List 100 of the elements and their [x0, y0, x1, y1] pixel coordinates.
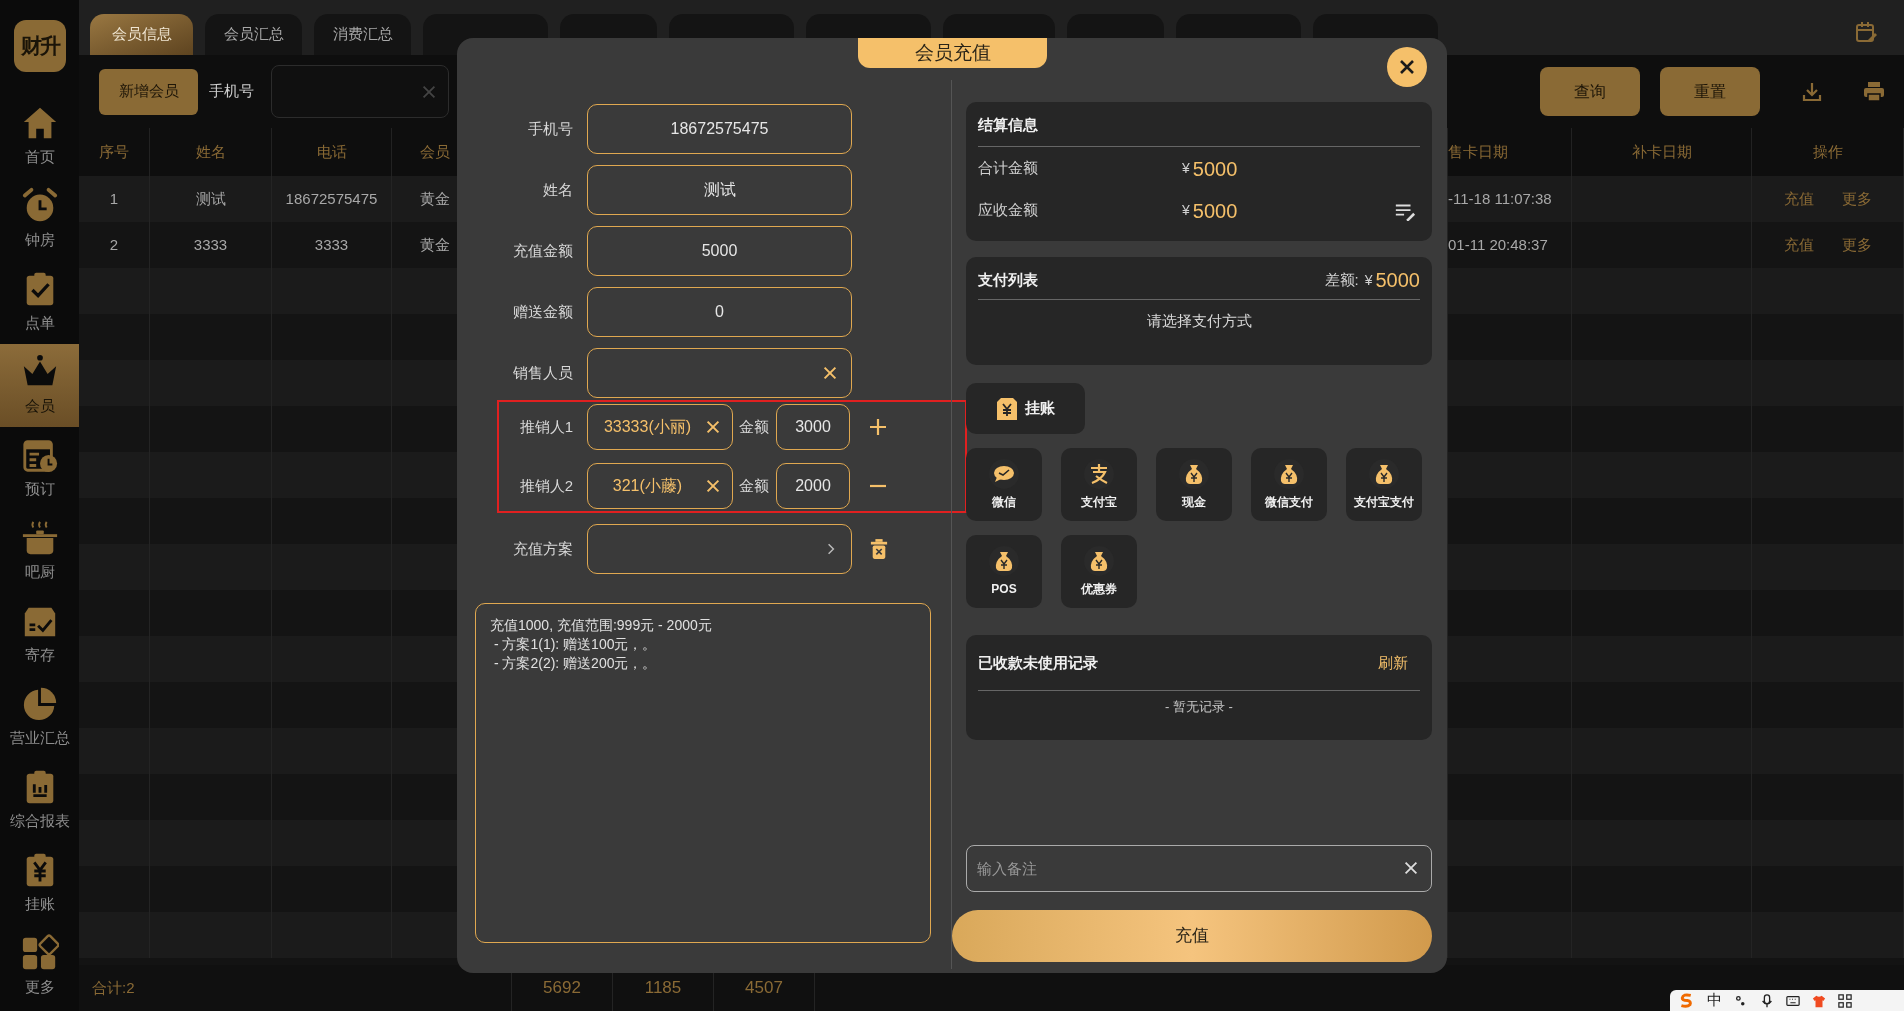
tab[interactable]: 消费汇总: [314, 14, 411, 55]
column-header: 姓名: [195, 141, 226, 162]
toolbar-button[interactable]: 重置: [1660, 67, 1760, 116]
field-label: 推销人2: [518, 475, 573, 496]
payment-method-button[interactable]: 现金: [1156, 448, 1232, 521]
table-cell-text: 2: [109, 234, 119, 255]
empty-hint: 请选择支付方式: [1146, 311, 1252, 331]
table-cell-text: 黄金: [420, 234, 450, 255]
plan-description-line: - 方案2(2): 赠送200元，。: [492, 654, 658, 673]
select-field[interactable]: [587, 524, 852, 574]
amount-label: 应收金额: [978, 200, 1039, 221]
clear-icon[interactable]: [704, 477, 722, 495]
column-header: 售卡日期: [1448, 141, 1508, 162]
payment-method-button[interactable]: 支付宝: [1061, 448, 1137, 521]
row-action-link[interactable]: 更多: [1841, 187, 1872, 211]
select-field[interactable]: [587, 348, 852, 398]
payment-method-button[interactable]: 优惠券: [1061, 535, 1137, 608]
empty-hint: - 暂无记录 -: [1165, 698, 1233, 716]
sidebar-item[interactable]: 点单: [0, 261, 79, 344]
table-cell-text: 1: [109, 188, 119, 209]
amount-field[interactable]: 2000: [776, 463, 850, 509]
input-field[interactable]: 测试: [587, 165, 852, 215]
row-action-link[interactable]: 充值: [1783, 233, 1814, 257]
card-title: 结算信息: [978, 115, 1039, 134]
currency-sign: ¥: [1182, 159, 1190, 178]
currency-sign: ¥: [1182, 201, 1190, 220]
field-label: 金额: [739, 416, 769, 437]
payment-method-button[interactable]: 支付宝支付: [1346, 448, 1422, 521]
total-value: 1185: [644, 977, 682, 1000]
app-logo: 财升: [13, 20, 66, 72]
select-field[interactable]: 321(小藤): [587, 463, 733, 509]
field-label: 金额: [739, 475, 769, 496]
select-field[interactable]: 33333(小丽): [587, 404, 733, 450]
input-field[interactable]: 0: [587, 287, 852, 337]
field-label: 手机号: [527, 118, 573, 139]
grid-icon[interactable]: [1838, 993, 1852, 1008]
tab[interactable]: 会员汇总: [205, 14, 302, 55]
row-action-link[interactable]: 更多: [1841, 233, 1872, 257]
plan-description-line: - 方案1(1): 赠送100元，。: [492, 635, 658, 654]
clear-icon[interactable]: [1402, 859, 1420, 877]
shirt-icon[interactable]: [1812, 993, 1826, 1008]
recharge-button[interactable]: 充值: [952, 910, 1432, 962]
difference-value: 5000: [1375, 268, 1420, 293]
input-field[interactable]: 18672575475: [587, 104, 852, 154]
add-member-button[interactable]: 新增会员: [99, 68, 198, 115]
currency-sign: ¥: [1364, 270, 1373, 290]
clear-icon[interactable]: [704, 418, 722, 436]
row-action-link[interactable]: 充值: [1783, 187, 1814, 211]
field-label: 销售人员: [512, 362, 573, 383]
difference-label: 差额:: [1324, 269, 1359, 290]
plan-description-line: 充值1000, 充值范围:999元 - 2000元: [490, 616, 713, 635]
refresh-link[interactable]: 刷新: [1378, 651, 1408, 675]
trash-icon[interactable]: [870, 539, 888, 559]
calendar-edit-icon[interactable]: [1854, 20, 1878, 44]
table-cell-text: -11-18 11:07:38: [1448, 188, 1552, 209]
sidebar-item[interactable]: 综合报表: [0, 759, 79, 842]
amount-value: 5000: [1192, 198, 1238, 224]
remark-field[interactable]: 输入备注: [966, 845, 1432, 892]
phone-search-field[interactable]: [271, 65, 449, 118]
close-button[interactable]: [1387, 47, 1427, 87]
ime-logo-icon[interactable]: [1678, 992, 1695, 1009]
column-header: 电话: [316, 141, 347, 162]
plus-icon[interactable]: [868, 417, 888, 437]
toolbar-button[interactable]: 查询: [1540, 67, 1640, 116]
print-icon[interactable]: [1862, 79, 1886, 104]
amount-field[interactable]: 3000: [776, 404, 850, 450]
field-label: 赠送金额: [512, 301, 573, 322]
sidebar-item[interactable]: 首页: [0, 95, 79, 178]
total-count: 合计:2: [92, 977, 135, 998]
field-label: 充值方案: [512, 538, 573, 559]
sidebar-item[interactable]: 钟房: [0, 178, 79, 261]
table-cell-text: 18672575475: [285, 188, 378, 209]
amount-label: 合计金额: [978, 158, 1039, 179]
table-cell-text: 测试: [195, 188, 226, 209]
input-field[interactable]: 5000: [587, 226, 852, 276]
card-title: 已收款未使用记录: [978, 652, 1098, 673]
table-cell-text: 01-11 20:48:37: [1448, 234, 1548, 255]
payment-method-button[interactable]: POS: [966, 535, 1042, 608]
sidebar-item[interactable]: 营业汇总: [0, 676, 79, 759]
table-cell-text: 黄金: [420, 188, 450, 209]
sidebar-item[interactable]: 预订: [0, 427, 79, 510]
table-cell-text: 3333: [193, 234, 228, 255]
tab[interactable]: 会员信息: [90, 14, 193, 55]
sidebar-item[interactable]: 挂账: [0, 842, 79, 925]
credit-button[interactable]: 挂账: [966, 383, 1085, 434]
sidebar-item[interactable]: 更多: [0, 925, 79, 1008]
sidebar-item[interactable]: 吧厨: [0, 510, 79, 593]
table-cell-text: 3333: [314, 234, 349, 255]
column-header: 补卡日期: [1631, 141, 1692, 162]
field-label: 推销人1: [518, 416, 573, 437]
phone-label: 手机号: [209, 81, 254, 102]
total-value: 4507: [745, 977, 783, 1000]
clear-icon[interactable]: [821, 364, 839, 382]
sidebar-item[interactable]: 寄存: [0, 593, 79, 676]
payment-method-button[interactable]: 微信支付: [1251, 448, 1327, 521]
microphone-icon[interactable]: [1760, 993, 1774, 1008]
payment-method-button[interactable]: 微信: [966, 448, 1042, 521]
dialog-title: 会员充值: [858, 38, 1047, 68]
ime-language[interactable]: 中: [1707, 989, 1722, 1011]
keyboard-icon[interactable]: [1786, 993, 1800, 1008]
